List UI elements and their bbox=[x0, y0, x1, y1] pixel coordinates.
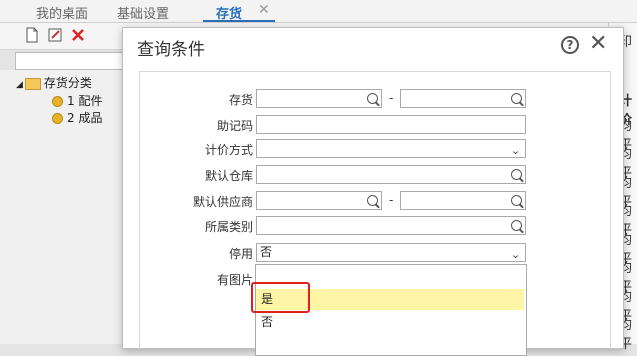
dropdown-option-no[interactable]: 否 bbox=[256, 312, 524, 333]
disabled-select[interactable]: 否 ⌄ bbox=[256, 243, 526, 262]
expand-icon[interactable]: ◢ bbox=[16, 80, 23, 90]
search-icon[interactable] bbox=[511, 220, 522, 231]
chevron-down-icon[interactable]: ⌄ bbox=[511, 246, 520, 263]
supplier-to-field[interactable] bbox=[400, 191, 526, 210]
mnemonic-label: 助记码 bbox=[216, 119, 253, 133]
new-document-icon[interactable] bbox=[24, 27, 40, 43]
chevron-down-icon[interactable]: ⌄ bbox=[511, 142, 520, 159]
warehouse-label: 默认仓库 bbox=[204, 169, 253, 183]
tab-close-icon[interactable]: ✕ bbox=[258, 2, 270, 18]
disabled-value: 否 bbox=[260, 245, 273, 259]
mnemonic-field[interactable] bbox=[256, 115, 526, 134]
range-separator: - bbox=[389, 91, 394, 105]
delete-icon[interactable] bbox=[70, 27, 86, 43]
warehouse-field[interactable] bbox=[256, 165, 526, 184]
folder-icon bbox=[24, 77, 41, 90]
help-icon[interactable]: ? bbox=[561, 36, 579, 54]
category-field[interactable] bbox=[256, 216, 526, 235]
stock-label: 存货 bbox=[228, 93, 253, 107]
search-icon[interactable] bbox=[367, 195, 378, 206]
category-label: 所属类别 bbox=[204, 220, 253, 234]
search-icon[interactable] bbox=[511, 169, 522, 180]
tree-item[interactable]: 2 成品 bbox=[52, 109, 102, 126]
tab-bar: 我的桌面 基础设置 存货 ✕ bbox=[0, 0, 637, 23]
stock-from-field[interactable] bbox=[256, 89, 382, 108]
annotation-highlight-box bbox=[251, 282, 310, 313]
stock-to-field[interactable] bbox=[400, 89, 526, 108]
query-dialog: 查询条件 ? ✕ 存货 - 助记码 计价方式 ⌄ 默认仓库 默认供应商 - 所属… bbox=[122, 27, 624, 356]
node-icon bbox=[52, 113, 63, 124]
valuation-select[interactable]: ⌄ bbox=[256, 139, 526, 158]
valuation-label: 计价方式 bbox=[204, 143, 253, 157]
close-icon[interactable]: ✕ bbox=[589, 31, 607, 56]
range-separator: - bbox=[389, 193, 394, 207]
tab-my-desktop[interactable]: 我的桌面 bbox=[36, 3, 88, 22]
has-image-label: 有图片 bbox=[216, 273, 253, 287]
supplier-label: 默认供应商 bbox=[192, 195, 253, 209]
disabled-label: 停用 bbox=[228, 247, 253, 261]
tree-root[interactable]: ◢ 存货分类 bbox=[16, 74, 92, 91]
dialog-title: 查询条件 bbox=[137, 40, 205, 60]
search-icon[interactable] bbox=[511, 195, 522, 206]
tree-search-input[interactable] bbox=[15, 52, 127, 70]
tab-basic-settings[interactable]: 基础设置 bbox=[117, 3, 169, 22]
search-icon[interactable] bbox=[511, 93, 522, 104]
edit-icon[interactable] bbox=[47, 27, 63, 43]
active-tab-indicator bbox=[203, 20, 275, 22]
tree-item[interactable]: 1 配件 bbox=[52, 92, 102, 109]
node-icon bbox=[52, 96, 63, 107]
category-tree: ◢ 存货分类 1 配件 2 成品 bbox=[0, 70, 125, 344]
supplier-from-field[interactable] bbox=[256, 191, 382, 210]
search-icon[interactable] bbox=[367, 93, 378, 104]
